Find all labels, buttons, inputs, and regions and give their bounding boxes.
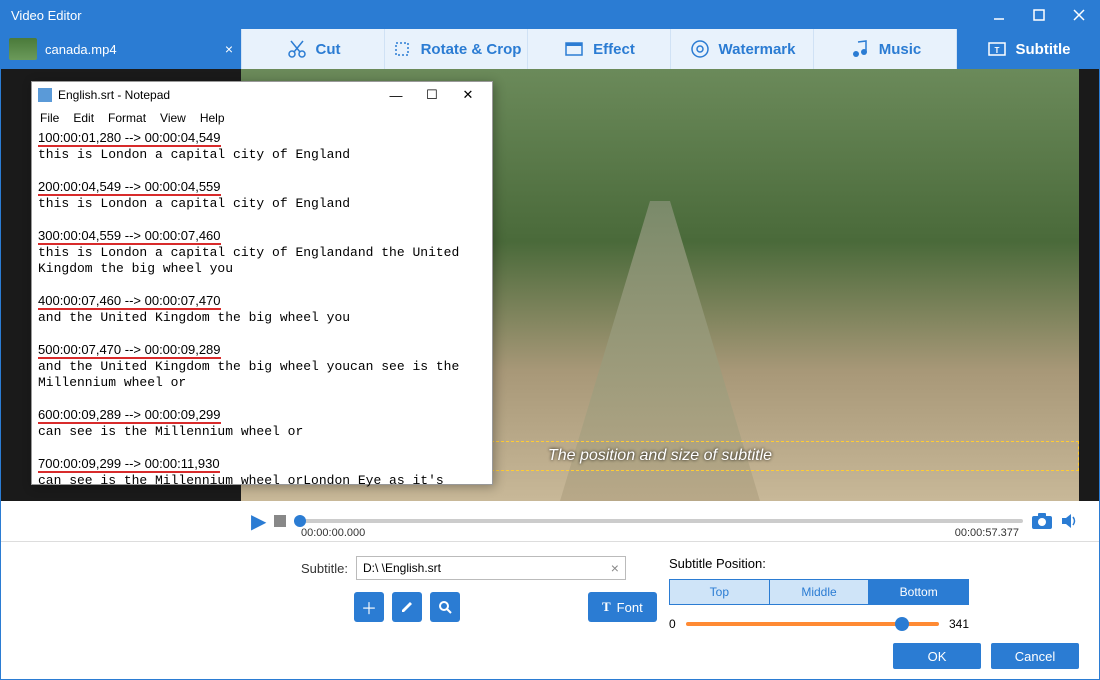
file-thumbnail	[9, 38, 37, 60]
position-segment: Top Middle Bottom	[669, 579, 969, 605]
file-tab[interactable]: canada.mp4 ×	[1, 29, 241, 69]
position-bottom[interactable]: Bottom	[868, 580, 968, 604]
menu-format[interactable]: Format	[108, 111, 146, 125]
svg-text:T: T	[994, 46, 999, 55]
subtitle-icon: T	[986, 38, 1008, 60]
tool-watermark[interactable]: Watermark	[670, 29, 813, 69]
menu-view[interactable]: View	[160, 111, 186, 125]
notepad-close[interactable]: ✕	[450, 82, 486, 108]
crop-icon	[391, 38, 413, 60]
tool-effect[interactable]: Effect	[527, 29, 670, 69]
stop-button[interactable]	[274, 515, 286, 527]
edit-subtitle-button[interactable]	[392, 592, 422, 622]
notepad-titlebar[interactable]: English.srt - Notepad — ☐ ✕	[32, 82, 492, 108]
notepad-minimize[interactable]: —	[378, 82, 414, 108]
file-tab-close[interactable]: ×	[225, 41, 233, 57]
close-button[interactable]	[1059, 1, 1099, 29]
watermark-icon	[689, 38, 711, 60]
position-middle[interactable]: Middle	[769, 580, 869, 604]
notepad-body[interactable]: 100:00:01,280 --> 00:00:04,549 this is L…	[32, 128, 492, 491]
menu-file[interactable]: File	[40, 111, 59, 125]
maximize-button[interactable]	[1019, 1, 1059, 29]
ok-button[interactable]: OK	[893, 643, 981, 669]
toolbar: canada.mp4 × Cut Rotate & Crop Effect Wa…	[1, 29, 1099, 69]
font-icon: T	[602, 599, 611, 615]
minimize-button[interactable]	[979, 1, 1019, 29]
tool-cut[interactable]: Cut	[241, 29, 384, 69]
search-subtitle-button[interactable]	[430, 592, 460, 622]
notepad-title: English.srt - Notepad	[58, 88, 170, 102]
file-name: canada.mp4	[45, 42, 117, 57]
notepad-window: English.srt - Notepad — ☐ ✕ File Edit Fo…	[31, 81, 493, 485]
slider-max: 341	[949, 617, 969, 631]
play-button[interactable]: ▶	[251, 509, 266, 534]
position-slider-row: 0 341	[669, 617, 969, 631]
font-button[interactable]: T Font	[588, 592, 657, 622]
notepad-menu: File Edit Format View Help	[32, 108, 492, 128]
menu-help[interactable]: Help	[200, 111, 225, 125]
tool-music[interactable]: Music	[813, 29, 956, 69]
volume-icon[interactable]	[1061, 512, 1079, 530]
snapshot-icon[interactable]	[1031, 512, 1053, 530]
cancel-button[interactable]: Cancel	[991, 643, 1079, 669]
clear-subtitle-icon[interactable]: ×	[611, 560, 619, 576]
position-top[interactable]: Top	[670, 580, 769, 604]
tool-rotate-crop[interactable]: Rotate & Crop	[384, 29, 527, 69]
menu-edit[interactable]: Edit	[73, 111, 94, 125]
current-time: 00:00:00.000	[301, 527, 365, 539]
total-time: 00:00:57.377	[955, 527, 1019, 539]
notepad-icon	[38, 88, 52, 102]
music-icon	[849, 38, 871, 60]
seek-track[interactable]	[294, 519, 1023, 523]
position-slider[interactable]	[686, 622, 939, 626]
subtitle-label: Subtitle:	[301, 561, 348, 576]
slider-min: 0	[669, 617, 676, 631]
position-label: Subtitle Position:	[669, 556, 969, 571]
tool-subtitle[interactable]: T Subtitle	[956, 29, 1099, 69]
slider-knob[interactable]	[895, 617, 909, 631]
titlebar: Video Editor	[1, 1, 1099, 29]
subtitle-path-value: D:\ \English.srt	[363, 561, 441, 575]
player-controls: ▶ 00:00:00.000 00:00:57.377	[1, 501, 1099, 541]
app-title: Video Editor	[11, 8, 82, 23]
effect-icon	[563, 38, 585, 60]
scissors-icon	[286, 38, 308, 60]
subtitle-path-input[interactable]: D:\ \English.srt ×	[356, 556, 626, 580]
seek-knob[interactable]	[294, 515, 306, 527]
position-panel: Subtitle Position: Top Middle Bottom 0 3…	[669, 556, 969, 631]
dialog-footer: OK Cancel	[893, 643, 1079, 669]
notepad-maximize[interactable]: ☐	[414, 82, 450, 108]
bottom-panel: Subtitle: D:\ \English.srt × ＋ T Font Su…	[1, 541, 1099, 679]
add-subtitle-button[interactable]: ＋	[354, 592, 384, 622]
